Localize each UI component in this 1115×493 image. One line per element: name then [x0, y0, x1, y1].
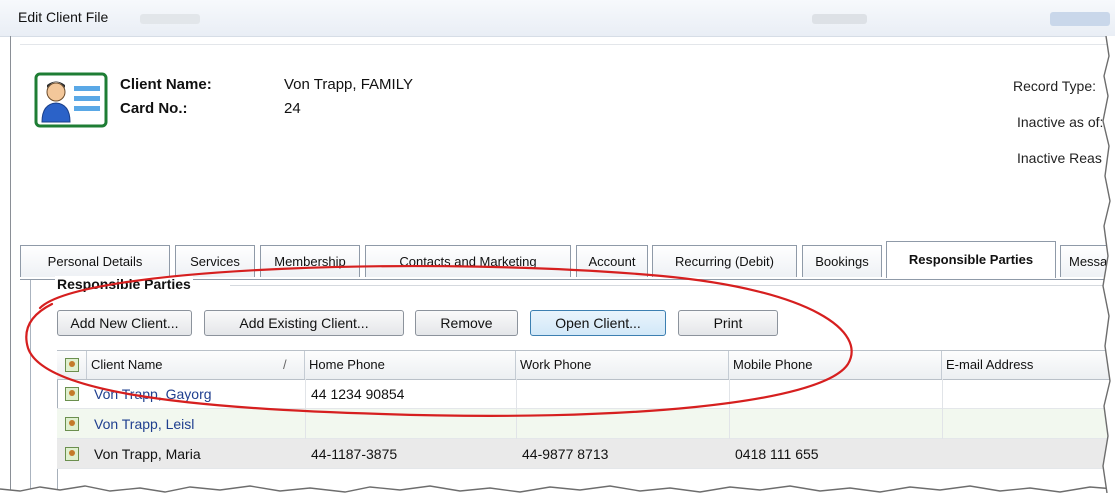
client-icon — [65, 447, 79, 461]
client-header-panel — [20, 44, 1115, 231]
blurred-title-button — [1050, 12, 1110, 26]
blurred-title-text — [812, 14, 867, 24]
window-frame-left — [10, 36, 11, 493]
cell-client-name: Von Trapp, Maria — [94, 446, 201, 462]
record-type-label: Record Type: — [1013, 78, 1097, 94]
card-number-label: Card No.: — [120, 100, 188, 117]
client-card-icon — [34, 72, 108, 128]
inactive-as-of-label: Inactive as of: — [1017, 114, 1104, 130]
client-name-value: Von Trapp, FAMILY — [284, 76, 413, 93]
cell-mobile-phone: 0418 111 655 — [735, 446, 819, 462]
card-number-value: 24 — [284, 100, 301, 117]
table-row[interactable]: Von Trapp, Maria 44-1187-3875 44-9877 87… — [57, 439, 1115, 469]
tab-responsible-parties[interactable]: Responsible Parties — [886, 241, 1056, 278]
column-divider — [942, 409, 943, 439]
annotation-ellipse — [25, 264, 853, 417]
window-title: Edit Client File — [18, 9, 109, 25]
column-header-email-address[interactable]: E-mail Address — [942, 351, 1115, 379]
window-title-bar: Edit Client File — [0, 0, 1115, 37]
cell-home-phone: 44-1187-3875 — [311, 446, 398, 462]
client-name-label: Client Name: — [120, 76, 212, 93]
column-divider — [942, 379, 943, 409]
cell-work-phone: 44-9877 8713 — [522, 446, 609, 462]
torn-edge-right — [1102, 36, 1115, 493]
blurred-title-text — [140, 14, 200, 24]
inactive-reason-label: Inactive Reas — [1017, 150, 1102, 166]
torn-edge-bottom — [0, 485, 1115, 493]
